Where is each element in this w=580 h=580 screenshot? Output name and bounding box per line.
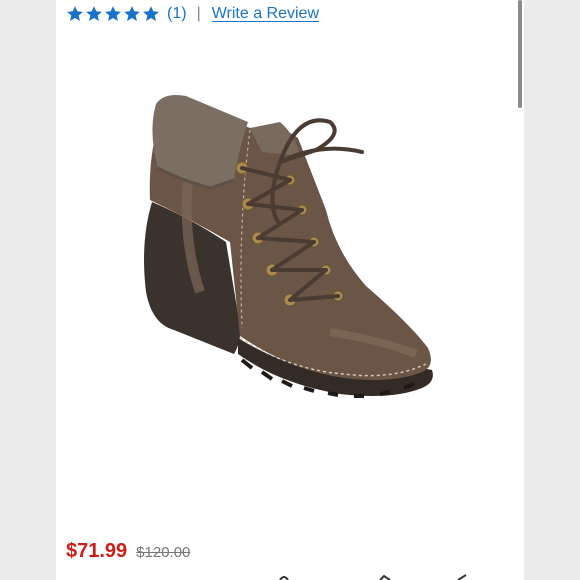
star-icon (105, 6, 121, 21)
star-icon (67, 6, 83, 21)
ankle-boot-image[interactable] (130, 92, 440, 414)
price-row: $71.99 $120.00 (66, 540, 190, 568)
sale-price: $71.99 (66, 540, 128, 562)
write-review-link[interactable]: Write a Review (212, 5, 319, 23)
star-icon (124, 6, 140, 21)
rating-row: (1) | Write a Review (66, 2, 319, 26)
original-price: $120.00 (136, 544, 191, 561)
scrollbar[interactable] (518, 0, 522, 108)
cut-off-content (279, 574, 467, 580)
separator: | (196, 5, 201, 22)
star-rating[interactable] (66, 5, 160, 23)
review-count[interactable]: (1) (167, 5, 187, 23)
star-icon (143, 6, 159, 21)
star-icon (86, 6, 102, 21)
